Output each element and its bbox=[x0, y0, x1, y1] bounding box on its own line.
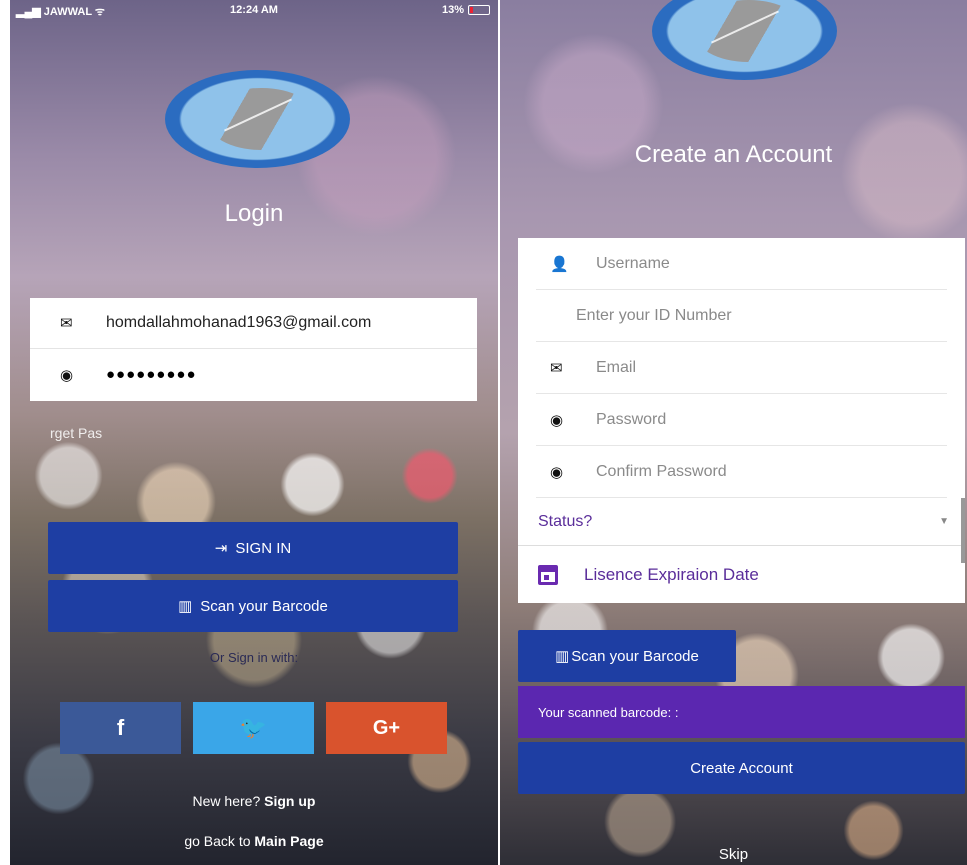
google-plus-button[interactable]: G+ bbox=[326, 702, 447, 754]
chevron-down-icon: ▼ bbox=[939, 516, 949, 527]
page-title: Login bbox=[224, 200, 284, 227]
scan-barcode-button[interactable]: ▥ Scan your Barcode bbox=[518, 630, 736, 682]
login-form: ✉ homdallahmohanad1963@gmail.com ◉ ●●●●●… bbox=[30, 298, 477, 401]
person-icon: 👤 bbox=[550, 255, 569, 273]
twitter-button[interactable]: 🐦 bbox=[193, 702, 314, 754]
register-screen: Create an Account 👤 Username Enter your … bbox=[500, 0, 967, 865]
password-field[interactable]: ◉ Password bbox=[536, 394, 947, 446]
eye-icon: ◉ bbox=[550, 411, 564, 429]
app-logo bbox=[165, 70, 350, 168]
email-field[interactable]: ✉ homdallahmohanad1963@gmail.com bbox=[30, 298, 477, 349]
barcode-icon: ▥ bbox=[555, 648, 570, 665]
sign-in-button[interactable]: ⇥ SIGN IN bbox=[48, 522, 458, 574]
battery-indicator: 13% bbox=[442, 4, 490, 16]
sign-up-prompt: New here? Sign up bbox=[192, 793, 316, 809]
id-number-field[interactable]: Enter your ID Number bbox=[536, 290, 947, 342]
status-bar: ▂▄▆ JAWWAL ᯤ 12:24 AM 13% bbox=[10, 0, 498, 20]
sign-in-icon: ⇥ bbox=[214, 540, 228, 557]
page-title: Create an Account bbox=[634, 141, 833, 168]
main-page-link[interactable]: Main Page bbox=[254, 833, 323, 849]
or-sign-in-with: Or Sign in with: bbox=[209, 650, 299, 665]
email-field[interactable]: ✉ Email bbox=[536, 342, 947, 394]
password-field[interactable]: ◉ ●●●●●●●●● bbox=[30, 349, 477, 400]
license-date-picker[interactable]: Lisence Expiraion Date bbox=[518, 550, 965, 600]
forgot-password-link[interactable]: rget Pas bbox=[50, 425, 102, 441]
main-page-prompt: go Back to Main Page bbox=[184, 833, 324, 849]
twitter-icon: 🐦 bbox=[239, 715, 268, 740]
calendar-icon bbox=[538, 565, 558, 585]
google-plus-icon: G+ bbox=[372, 716, 401, 739]
confirm-password-field[interactable]: ◉ Confirm Password bbox=[536, 446, 947, 498]
mail-icon: ✉ bbox=[60, 315, 73, 332]
skip-link[interactable]: Skip bbox=[500, 846, 967, 863]
eye-icon: ◉ bbox=[60, 366, 74, 384]
scan-barcode-button[interactable]: ▥ Scan your Barcode bbox=[48, 580, 458, 632]
facebook-button[interactable]: f bbox=[60, 702, 181, 754]
sign-up-link[interactable]: Sign up bbox=[264, 793, 315, 809]
mail-icon: ✉ bbox=[550, 359, 563, 377]
status-dropdown[interactable]: Status? ▼ bbox=[518, 498, 965, 546]
battery-icon bbox=[468, 5, 490, 15]
facebook-icon: f bbox=[116, 715, 125, 740]
login-screen: ▂▄▆ JAWWAL ᯤ 12:24 AM 13% Login ✉ homdal… bbox=[10, 0, 498, 865]
eye-icon: ◉ bbox=[550, 463, 564, 481]
scanned-barcode-display: Your scanned barcode: : bbox=[518, 686, 965, 738]
app-logo bbox=[652, 0, 837, 80]
barcode-icon: ▥ bbox=[178, 598, 193, 615]
create-account-button[interactable]: Create Account bbox=[518, 742, 965, 794]
register-form: 👤 Username Enter your ID Number ✉ Email … bbox=[518, 238, 965, 603]
status-time: 12:24 AM bbox=[230, 4, 278, 16]
username-field[interactable]: 👤 Username bbox=[536, 238, 947, 290]
